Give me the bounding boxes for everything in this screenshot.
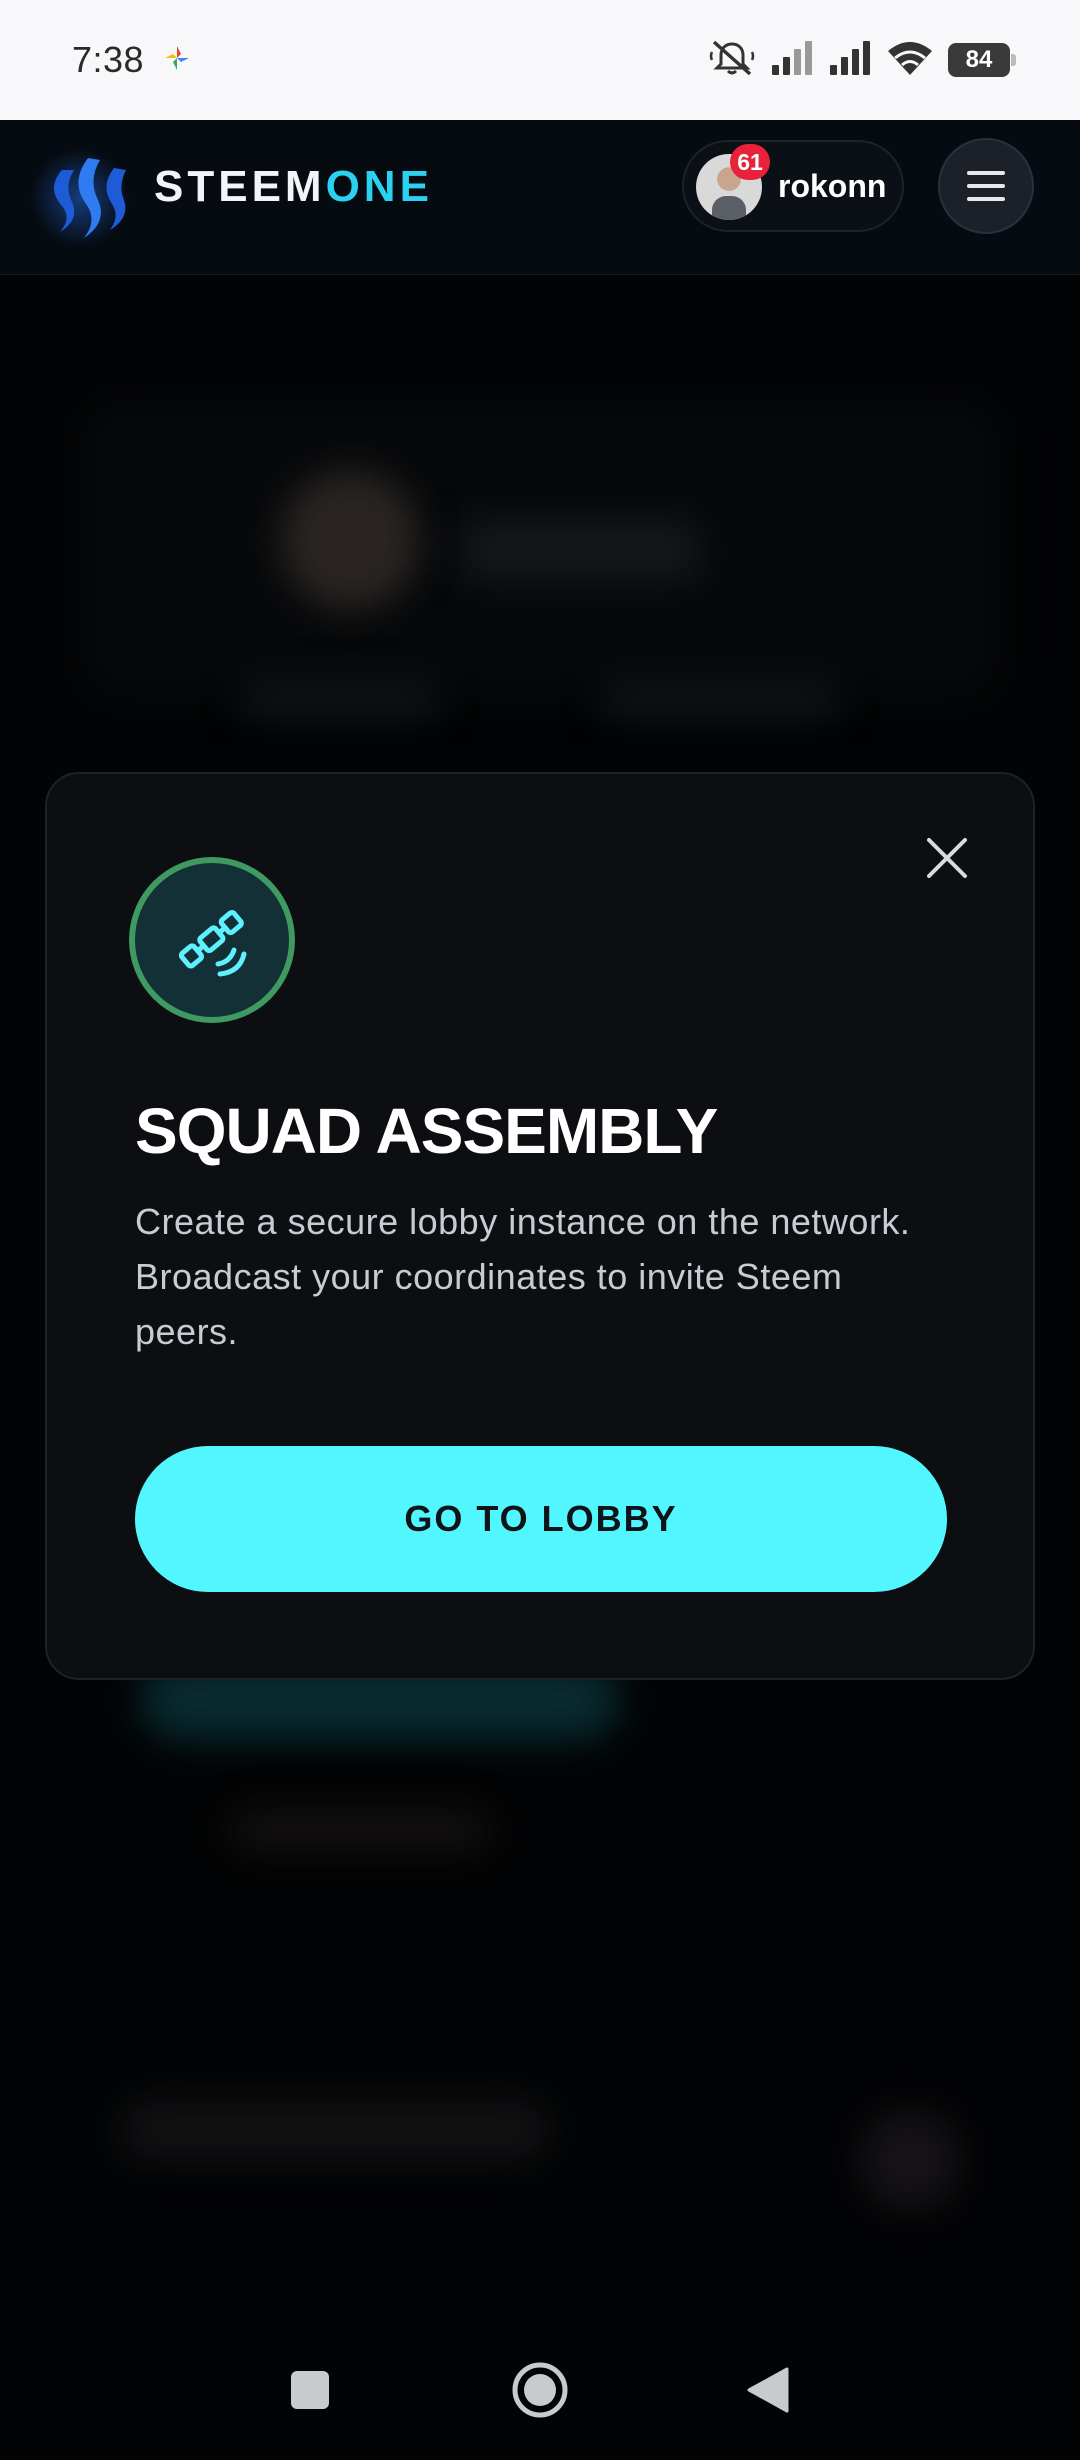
- username: rokonn: [778, 168, 887, 204]
- steem-logo-icon[interactable]: [40, 140, 150, 250]
- notification-badge: 61: [730, 144, 770, 180]
- dialog-title: SQUAD ASSEMBLY: [135, 1095, 718, 1167]
- brand-name-part2: ONE: [325, 162, 433, 211]
- home-button[interactable]: [500, 2350, 580, 2430]
- home-icon: [512, 2362, 568, 2418]
- signal-icon: [828, 39, 872, 82]
- recents-icon: [291, 2371, 329, 2409]
- battery-icon: 84: [948, 43, 1016, 77]
- menu-button[interactable]: [938, 138, 1034, 234]
- squad-assembly-dialog: SQUAD ASSEMBLY Create a secure lobby ins…: [45, 772, 1035, 1680]
- status-bar: 7:38 84: [0, 0, 1080, 120]
- satellite-icon: [178, 909, 247, 977]
- signal-icon: [770, 39, 814, 82]
- system-nav-bar: [0, 2320, 1080, 2460]
- mute-icon: [708, 38, 756, 83]
- app-header: STEEMONE 61 rokonn: [0, 120, 1080, 275]
- brand-name-part1: STEEM: [154, 162, 326, 211]
- go-to-lobby-button[interactable]: GO TO LOBBY: [135, 1446, 947, 1592]
- brand-name[interactable]: STEEMONE: [154, 162, 433, 212]
- status-time: 7:38: [72, 39, 145, 80]
- user-account-button[interactable]: 61 rokonn: [682, 140, 904, 232]
- dialog-description: Create a secure lobby instance on the ne…: [135, 1201, 911, 1352]
- close-icon: [927, 838, 967, 878]
- wifi-icon: [886, 39, 934, 82]
- back-button[interactable]: [728, 2350, 808, 2430]
- pinwheel-icon: [162, 43, 192, 78]
- screen: 7:38 84 STEEMONE 61 rokonn SQUAD ASSEMBL…: [0, 0, 1080, 2460]
- close-button[interactable]: [917, 828, 977, 888]
- satellite-icon-badge: [129, 857, 295, 1023]
- recents-button[interactable]: [270, 2350, 350, 2430]
- hamburger-icon: [967, 171, 1005, 201]
- back-icon: [747, 2367, 789, 2413]
